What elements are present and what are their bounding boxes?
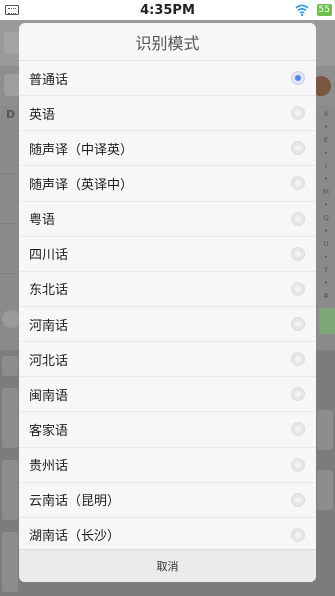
index-letter: # — [323, 292, 329, 300]
background-key — [317, 470, 333, 510]
option-label: 随声译（中译英） — [29, 142, 134, 158]
index-letter: • — [323, 201, 329, 209]
option-label: 东北话 — [29, 283, 69, 299]
option-label: 湖南话（长沙） — [29, 529, 121, 545]
option-label: 随声译（英译中） — [29, 177, 134, 193]
cancel-button[interactable]: 取消 — [19, 549, 316, 582]
radio-button-icon[interactable] — [291, 387, 305, 402]
recognition-mode-option[interactable]: 东北话 — [19, 272, 316, 307]
option-label: 英语 — [29, 107, 56, 123]
index-letter: • — [323, 175, 329, 183]
radio-button-icon[interactable] — [291, 457, 305, 472]
background-alphabet-index: A • E • I • M • Q • U • Y • # — [321, 108, 331, 303]
index-letter: Q — [323, 214, 329, 222]
recognition-mode-option[interactable]: 随声译（英译中） — [19, 166, 316, 202]
index-letter: A — [323, 110, 329, 118]
option-label: 云南话（昆明） — [29, 494, 121, 510]
option-label: 闽南语 — [29, 388, 69, 404]
index-letter: U — [323, 240, 329, 248]
battery-icon: 55 — [316, 4, 332, 16]
recognition-mode-option[interactable]: 河南话 — [19, 307, 316, 343]
radio-button-icon[interactable] — [291, 176, 305, 191]
recognition-mode-option[interactable]: 四川话 — [19, 237, 316, 272]
index-letter: • — [323, 149, 329, 157]
radio-button-icon[interactable] — [291, 422, 305, 437]
wifi-icon — [295, 4, 309, 17]
radio-button-icon[interactable] — [291, 71, 305, 86]
background-list-row — [0, 224, 18, 274]
recognition-mode-option[interactable]: 贵州话 — [19, 448, 316, 483]
radio-button-icon[interactable] — [291, 352, 305, 367]
option-label: 普通话 — [29, 72, 69, 88]
background-key — [2, 460, 18, 520]
index-letter: E — [323, 136, 329, 144]
index-letter: Y — [323, 266, 329, 274]
recognition-mode-option[interactable]: 普通话 — [19, 61, 316, 97]
status-bar: 4:35PM 55 — [0, 0, 335, 20]
background-key — [2, 356, 18, 376]
recognition-mode-option[interactable]: 随声译（中译英） — [19, 131, 316, 167]
option-label: 粤语 — [29, 213, 56, 229]
index-letter: • — [323, 227, 329, 235]
option-label: 河南话 — [29, 318, 69, 334]
background-list-row — [0, 174, 18, 224]
recognition-mode-option[interactable]: 粤语 — [19, 202, 316, 237]
index-letter: • — [323, 279, 329, 287]
option-label: 四川话 — [29, 248, 69, 264]
keyboard-icon — [5, 5, 19, 15]
radio-button-icon[interactable] — [291, 281, 305, 296]
status-time: 4:35PM — [140, 2, 195, 18]
index-letter: M — [322, 188, 330, 196]
index-letter: I — [324, 162, 328, 170]
background-section-letter: D — [6, 108, 16, 121]
radio-button-icon[interactable] — [291, 141, 305, 156]
background-add-icon — [2, 310, 20, 328]
recognition-mode-option[interactable]: 湖南话（长沙） — [19, 518, 316, 553]
background-list-row — [0, 124, 18, 174]
recognition-mode-option[interactable]: 英语 — [19, 96, 316, 132]
radio-button-icon[interactable] — [291, 527, 305, 542]
background-action-button — [319, 308, 335, 334]
index-letter: • — [323, 253, 329, 261]
option-label: 河北话 — [29, 353, 69, 369]
index-letter: • — [323, 123, 329, 131]
recognition-mode-option[interactable]: 云南话（昆明） — [19, 483, 316, 518]
recognition-mode-option[interactable]: 河北话 — [19, 342, 316, 378]
option-label: 贵州话 — [29, 459, 69, 475]
radio-button-icon[interactable] — [291, 106, 305, 121]
radio-button-icon[interactable] — [291, 317, 305, 332]
radio-button-icon[interactable] — [291, 211, 305, 226]
dialog-title: 识别模式 — [19, 23, 316, 61]
radio-button-icon[interactable] — [291, 246, 305, 261]
background-key — [2, 532, 18, 592]
radio-button-icon[interactable] — [291, 492, 305, 507]
option-label: 客家语 — [29, 423, 69, 439]
background-key — [2, 388, 18, 448]
recognition-mode-option[interactable]: 客家语 — [19, 412, 316, 448]
recognition-mode-option[interactable]: 闽南语 — [19, 377, 316, 413]
recognition-mode-list: 普通话英语随声译（中译英） 随声译（英译中） 粤语四川话东北话河南话河北话闽南语客家… — [19, 61, 316, 553]
recognition-mode-dialog: 识别模式 普通话英语随声译（中译英） 随声译（英译中） 粤语四川话东北话河南话河北话… — [19, 23, 316, 582]
background-key — [317, 410, 333, 450]
